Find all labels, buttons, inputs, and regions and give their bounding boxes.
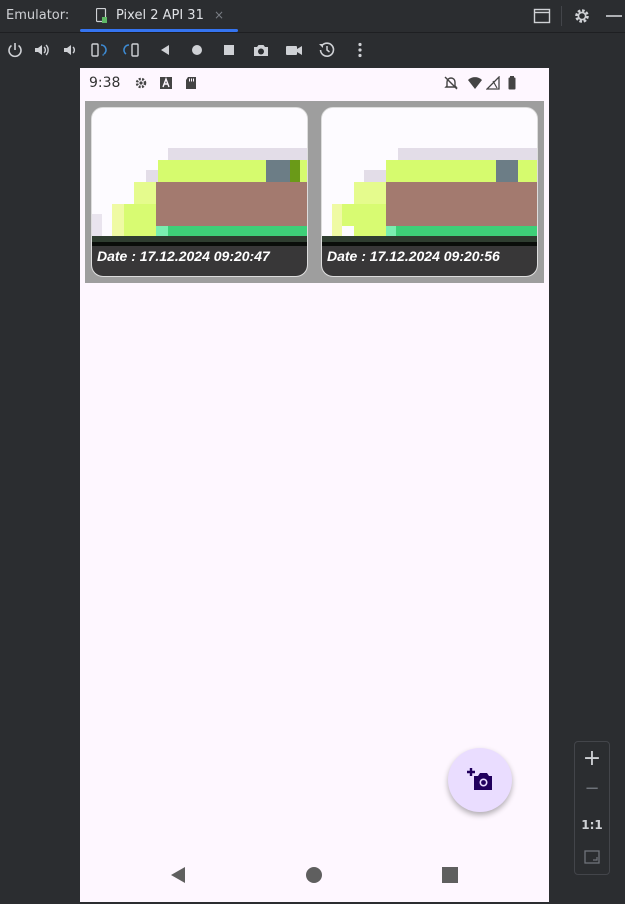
back-icon[interactable]	[156, 41, 174, 59]
emulator-tab-bar: Emulator: Pixel 2 API 31 ×	[0, 0, 625, 33]
settings-gear-icon[interactable]	[572, 6, 592, 26]
rotate-right-icon[interactable]	[122, 41, 140, 59]
emulator-label: Emulator:	[6, 8, 70, 23]
zoom-controls: + − 1:1	[574, 741, 610, 875]
screenshot-icon[interactable]	[252, 41, 270, 59]
volume-up-icon[interactable]	[33, 41, 51, 59]
notifications-off-icon	[444, 76, 458, 90]
keyboard-a-icon	[160, 77, 172, 89]
android-nav-bar	[80, 848, 549, 902]
rotate-left-icon[interactable]	[90, 41, 108, 59]
screen-record-icon[interactable]	[285, 41, 303, 59]
signal-icon	[486, 76, 500, 90]
status-time: 9:38	[89, 75, 121, 91]
zoom-in-button[interactable]: +	[575, 746, 609, 771]
volume-down-icon[interactable]	[61, 41, 79, 59]
photo-date-caption: Date : 17.12.2024 09:20:56	[322, 242, 537, 276]
photo-date-caption: Date : 17.12.2024 09:20:47	[92, 242, 307, 276]
snapshot-icon[interactable]	[318, 41, 336, 59]
device-screen[interactable]: 9:38 Date: 17.12.2024 09:20:47 Date: 1…	[80, 68, 549, 902]
emulator-toolbar	[0, 33, 625, 67]
zoom-one-to-one-button[interactable]: 1:1	[575, 818, 609, 832]
photo-card[interactable]: Date : 17.12.2024 09:20:47	[91, 107, 308, 277]
active-tab-indicator	[80, 29, 238, 32]
take-photo-button[interactable]	[448, 748, 512, 812]
add-photo-camera-icon	[467, 768, 492, 790]
device-tab-label: Pixel 2 API 31	[116, 8, 204, 23]
settings-gear-icon	[135, 77, 147, 89]
more-icon[interactable]	[351, 41, 369, 59]
window-maximize-icon[interactable]	[532, 6, 552, 26]
device-tab[interactable]: Pixel 2 API 31 ×	[80, 0, 238, 32]
home-icon[interactable]	[188, 41, 206, 59]
power-icon[interactable]	[6, 41, 24, 59]
photo-card[interactable]: Date : 17.12.2024 09:20:56	[321, 107, 538, 277]
zoom-fit-icon[interactable]	[584, 849, 600, 865]
sd-card-icon	[186, 77, 196, 89]
zoom-out-button[interactable]: −	[575, 778, 609, 799]
overview-icon[interactable]	[220, 41, 238, 59]
wifi-icon	[468, 77, 482, 89]
battery-icon	[508, 76, 516, 90]
minimize-icon[interactable]	[604, 6, 624, 26]
photo-gallery: Date : 17.12.2024 09:20:47 Date : 17.12.…	[85, 101, 544, 283]
device-icon	[96, 8, 107, 23]
nav-home-icon[interactable]	[304, 865, 324, 885]
nav-recents-icon[interactable]	[440, 865, 460, 885]
toolbar-divider	[561, 6, 562, 26]
nav-back-icon[interactable]	[168, 865, 188, 885]
status-bar: 9:38	[80, 68, 549, 98]
close-tab-icon[interactable]: ×	[214, 8, 224, 22]
